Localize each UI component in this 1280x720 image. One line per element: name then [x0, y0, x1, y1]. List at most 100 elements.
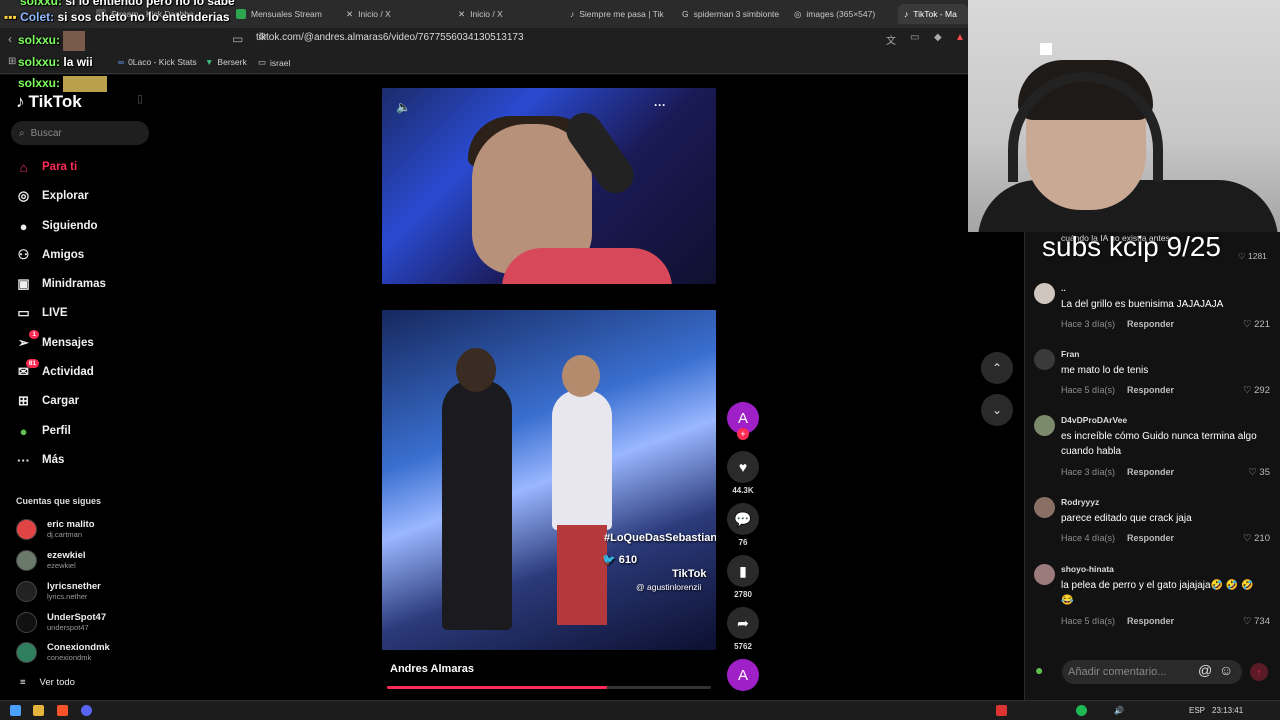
file-explorer-icon[interactable]: [33, 705, 44, 716]
reply-button[interactable]: Responder: [1127, 385, 1174, 395]
comment-likes[interactable]: ♡ 221: [1243, 319, 1270, 330]
apps-grid-icon[interactable]: ⊞: [8, 56, 16, 67]
reply-button[interactable]: Responder: [1127, 467, 1174, 477]
nav-for-you[interactable]: ⌂ Para ti: [16, 156, 78, 178]
heart-outline-icon: ♡: [1238, 251, 1246, 261]
browser-tab[interactable]: ♪ Siempre me pasa | Tik: [570, 4, 670, 24]
comment-likes[interactable]: ♡ 734: [1243, 616, 1270, 627]
mention-icon[interactable]: @: [1198, 662, 1212, 678]
nav-messages[interactable]: ➢ 1 Mensajes: [16, 329, 94, 354]
following-account[interactable]: Conexiondmk conexiondmk: [16, 642, 110, 663]
search-input[interactable]: ⌕ Buscar: [11, 121, 149, 145]
bookmark-page-icon[interactable]: ▭: [232, 32, 243, 46]
browser-tab[interactable]: Gspiderman 3 simbionte: [682, 4, 787, 24]
nav-following[interactable]: ● Siguiendo: [16, 215, 98, 237]
avatar[interactable]: [1034, 415, 1055, 436]
next-video-button[interactable]: ⌄: [981, 394, 1013, 426]
volume-icon[interactable]: 🔈: [396, 100, 411, 114]
video-figure: [557, 525, 607, 625]
start-icon[interactable]: [10, 705, 21, 716]
list-icon: ≡: [20, 677, 26, 688]
more-options-icon[interactable]: ···: [654, 98, 666, 112]
next-author-avatar[interactable]: A: [727, 659, 759, 691]
address-bar[interactable]: tiktok.com/@andres.almaras6/video/767755…: [256, 32, 524, 43]
nav-more[interactable]: ··· Más: [16, 449, 64, 471]
tiktok-favicon-icon: ♪: [570, 9, 575, 19]
leaf-icon: ▼: [205, 57, 214, 67]
twitter-bird-icon: 🐦: [602, 554, 616, 566]
browser-tab[interactable]: ✕ Inicio / X: [346, 4, 446, 24]
comment-likes[interactable]: ♡ 210: [1243, 533, 1270, 544]
send-comment-button[interactable]: ↑: [1250, 663, 1268, 681]
browser-tab-active[interactable]: ♪ TikTok - Ma: [898, 4, 968, 24]
emoji-icon[interactable]: ☺: [1219, 662, 1233, 678]
previous-video-button[interactable]: ⌃: [981, 352, 1013, 384]
avatar[interactable]: [1034, 283, 1055, 304]
reply-button[interactable]: Responder: [1127, 319, 1174, 329]
more-icon: ···: [17, 452, 30, 468]
comment-button[interactable]: 💬 76: [727, 503, 759, 547]
bookmark-item[interactable]: ∞ 0Laco - Kick Stats: [118, 57, 197, 67]
comment-likes[interactable]: ♡ 1281: [1238, 251, 1267, 262]
bookmark-button[interactable]: ▮ 2780: [727, 555, 759, 599]
brave-shield-icon[interactable]: ◆: [934, 32, 942, 43]
spotify-icon[interactable]: [1076, 705, 1087, 716]
avatar[interactable]: [1034, 564, 1055, 585]
translate-icon[interactable]: 文: [886, 32, 896, 47]
tiktok-logo[interactable]: ♪ TikTok: [16, 92, 82, 112]
back-icon[interactable]: ‹: [8, 32, 12, 46]
tv-icon: ▣: [17, 276, 30, 291]
brave-browser-icon[interactable]: [57, 705, 68, 716]
nav-profile[interactable]: ● Perfil: [16, 420, 71, 442]
nav-minidramas[interactable]: ▣ Minidramas: [16, 273, 106, 295]
browser-tab[interactable]: ◎ images (365×547): [794, 4, 894, 24]
nav-upload[interactable]: ⊞ Cargar: [16, 390, 79, 412]
nav-friends[interactable]: ⚇ Amigos: [16, 244, 85, 266]
nav-activity[interactable]: ✉ 81 Actividad: [16, 358, 94, 383]
avatar[interactable]: [1034, 497, 1055, 518]
collapse-sidebar-icon[interactable]: ▯: [137, 92, 143, 105]
video-user-watermark: @ agustinlorenzii: [636, 582, 702, 592]
main-video-frame[interactable]: #LoQueDasSebastian 🐦 610 TikTok @ agusti…: [382, 310, 716, 650]
following-account[interactable]: eric malito dj.cartman: [16, 519, 95, 540]
user-avatar-small-icon: ●: [1035, 662, 1044, 678]
folder-icon: ▭: [258, 57, 267, 67]
chevron-up-icon: ⌃: [991, 361, 1003, 375]
video-progress-bar[interactable]: [387, 686, 711, 689]
language-indicator[interactable]: ESP: [1189, 706, 1205, 715]
cast-icon[interactable]: ▭: [910, 32, 919, 43]
avatar[interactable]: [1034, 349, 1055, 370]
video-brand-watermark: TikTok: [672, 568, 707, 580]
follow-plus-icon[interactable]: +: [737, 428, 749, 440]
add-comment-input[interactable]: Añadir comentario...: [1062, 660, 1242, 684]
like-button[interactable]: ♥ 44.3K: [727, 451, 759, 495]
video-author-name[interactable]: Andres Almaras: [390, 663, 474, 675]
reaction-video-frame[interactable]: 🔈 ···: [382, 88, 716, 284]
browser-tab[interactable]: Mensuales Stream: [236, 4, 336, 24]
nav-explore[interactable]: ◎ Explorar: [16, 185, 89, 207]
following-account[interactable]: lyricsnether lyrics.nether: [16, 581, 101, 602]
see-all-button[interactable]: ≡ Ver todo: [20, 677, 75, 688]
chat-message: solxxu: si lo entiendo pero no lo sabe: [20, 0, 235, 8]
following-account[interactable]: UnderSpot47 underspot47: [16, 612, 106, 633]
rewards-icon[interactable]: ▲: [955, 32, 965, 43]
bookmark-item[interactable]: ▭ israel: [258, 57, 290, 68]
following-account[interactable]: ezewkiel ezewkiel: [16, 550, 86, 571]
discord-icon[interactable]: [81, 705, 92, 716]
volume-tray-icon[interactable]: 🔊: [1114, 706, 1124, 715]
browser-tab[interactable]: ✕ Inicio / X: [458, 4, 558, 24]
clock[interactable]: 23:13:41: [1212, 706, 1243, 715]
share-button[interactable]: ➦ 5762: [727, 607, 759, 651]
tray-app-icon[interactable]: [996, 705, 1007, 716]
comment-likes[interactable]: ♡ 292: [1243, 385, 1270, 396]
webcam-background-light: [1040, 43, 1052, 55]
avatar: [16, 581, 37, 602]
screen: Stream - Kick Dashbo Mensuales Stream ✕ I…: [0, 0, 1280, 720]
bookmark-item[interactable]: ▼ Berserk: [205, 57, 247, 67]
comment-likes[interactable]: ♡ 35: [1248, 467, 1270, 478]
nav-live[interactable]: ▭ LIVE: [16, 302, 67, 324]
tab-favicon-icon: [236, 9, 246, 19]
author-avatar-button[interactable]: A +: [727, 402, 759, 440]
reply-button[interactable]: Responder: [1127, 616, 1174, 626]
reply-button[interactable]: Responder: [1127, 533, 1174, 543]
